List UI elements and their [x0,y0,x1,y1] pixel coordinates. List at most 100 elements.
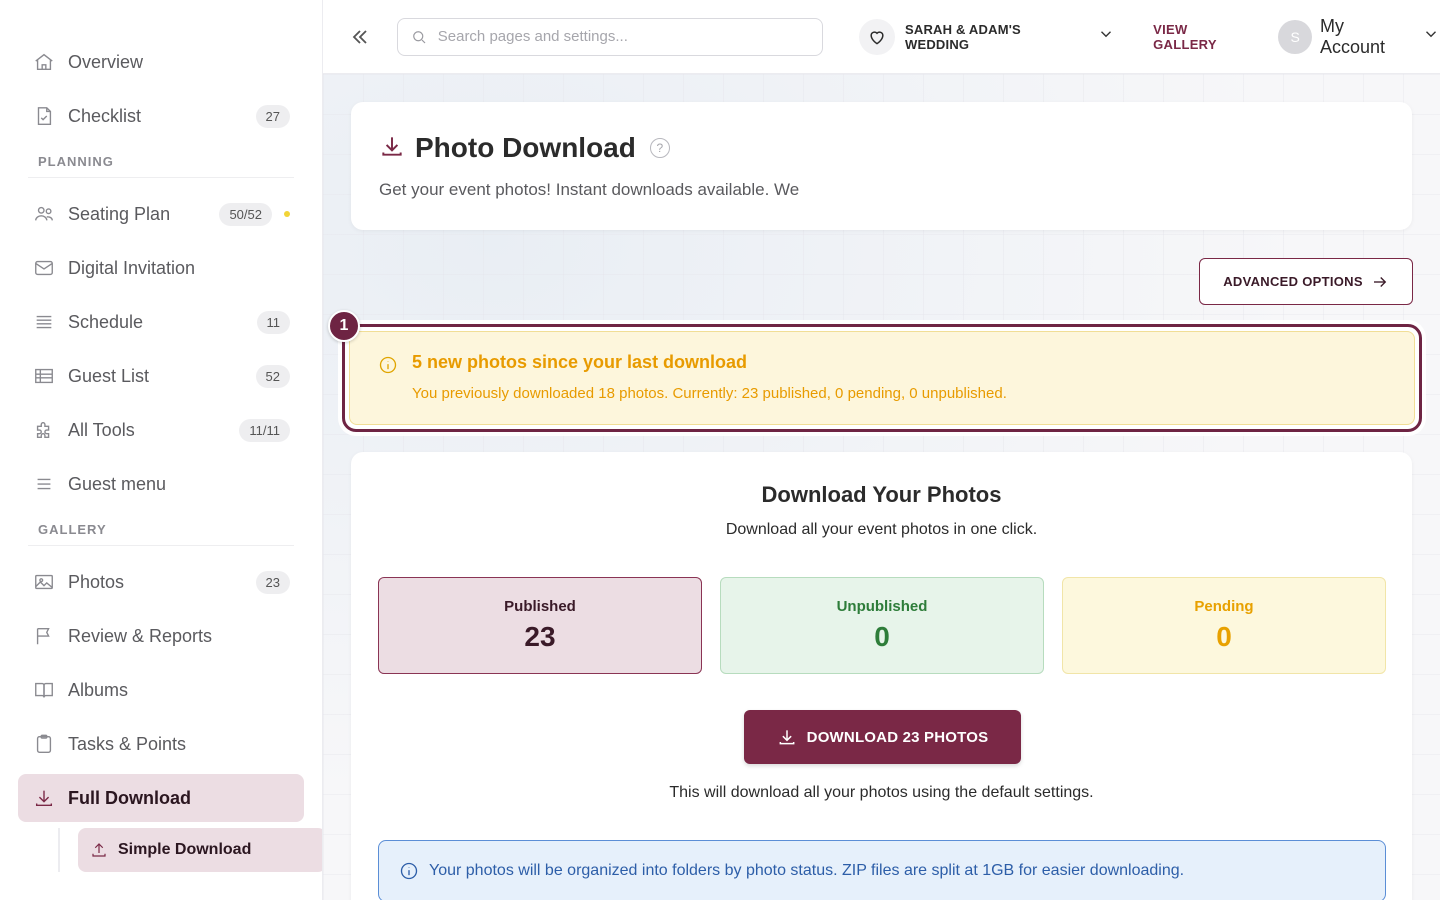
sidebar-item-label: Albums [68,679,129,700]
sidebar-item-label: Guest menu [68,473,167,494]
sidebar-item-checklist[interactable]: Checklist 27 [18,92,304,140]
sidebar-item-digital-invitation[interactable]: Digital Invitation [18,244,304,292]
stat-label: Published [504,598,576,615]
flag-icon [32,624,56,648]
download-note: This will download all your photos using… [669,784,1094,801]
main-content: Photo Download ? Get your event photos! … [323,74,1440,900]
stat-value: 0 [874,621,890,652]
step-badge: 1 [328,310,360,342]
advanced-options-button[interactable]: ADVANCED OPTIONS [1199,258,1413,305]
sidebar-item-albums[interactable]: Albums [18,666,304,714]
stat-value: 0 [1216,621,1232,652]
collapse-sidebar-button[interactable] [345,22,375,52]
section-title-gallery: GALLERY [28,514,294,546]
event-selector[interactable]: SARAH & ADAM'S WEDDING [859,18,1115,55]
sidebar-item-all-tools[interactable]: All Tools 11/11 [18,406,304,454]
section-title-planning: PLANNING [28,146,294,178]
info-icon [378,352,412,404]
avatar: S [1278,19,1312,54]
sidebar-item-label: All Tools [68,419,135,440]
sidebar-item-label: Guest List [68,365,150,386]
chevron-down-icon [1087,25,1115,48]
help-icon[interactable]: ? [649,138,670,158]
sidebar-item-overview[interactable]: Overview [18,38,304,86]
download-card: Download Your Photos Download all your e… [351,452,1412,900]
double-chevron-left-icon [352,29,367,44]
count-badge: 52 [255,364,290,388]
stat-label: Unpublished [836,598,928,615]
sidebar-item-label: Digital Invitation [68,257,196,278]
chevron-down-icon [1412,25,1440,48]
sidebar-item-label: Seating Plan [68,203,171,224]
checklist-icon [32,104,56,128]
menu-icon [32,472,56,496]
download-icon [779,730,795,745]
download-button-label: DOWNLOAD 23 PHOTOS [806,728,989,746]
status-dot [284,211,290,217]
search-input[interactable] [437,28,811,45]
new-photos-alert: 5 new photos since your last download Yo… [342,324,1422,432]
zip-info-box: Your photos will be organized into folde… [378,840,1386,900]
download-photos-button[interactable]: DOWNLOAD 23 PHOTOS [744,710,1021,764]
sidebar: Overview Checklist 27 PLANNING Seating P… [0,0,323,900]
sidebar-item-review-reports[interactable]: Review & Reports [18,612,304,660]
image-icon [32,570,56,594]
home-icon [32,50,56,74]
sidebar-item-seating-plan[interactable]: Seating Plan 50/52 [18,190,304,238]
download-icon [379,133,415,164]
alert-title: 5 new photos since your last download [412,352,748,372]
people-icon [32,202,56,226]
clipboard-icon [32,732,56,756]
sidebar-item-schedule[interactable]: Schedule 11 [18,298,304,346]
info-icon [400,862,418,880]
sidebar-subitem-label: Simple Download [118,841,252,858]
sidebar-item-label: Photos [68,571,125,592]
count-badge: 27 [255,104,290,128]
download-title: Download Your Photos [761,482,1002,507]
sidebar-item-guest-list[interactable]: Guest List 52 [18,352,304,400]
download-subtitle: Download all your event photos in one cl… [725,521,1038,538]
page-subtitle: Get your event photos! Instant downloads… [379,180,800,199]
page-title: Photo Download [415,132,636,163]
sidebar-item-photos[interactable]: Photos 23 [18,558,304,606]
sidebar-item-label: Checklist [68,105,142,126]
account-menu[interactable]: S My Account [1278,16,1440,58]
search-icon [412,30,426,43]
sidebar-item-label: Tasks & Points [68,733,187,754]
event-name: SARAH & ADAM'S WEDDING [904,21,1021,52]
stat-unpublished: Unpublished 0 [720,577,1044,674]
account-label: My Account [1319,15,1386,57]
page-header-card: Photo Download ? Get your event photos! … [351,102,1412,230]
book-icon [32,678,56,702]
count-badge: 11/11 [239,418,290,442]
stat-pending: Pending 0 [1062,577,1386,674]
sidebar-item-guest-menu[interactable]: Guest menu [18,460,304,508]
table-icon [32,364,56,388]
stat-published: Published 23 [378,577,702,674]
count-badge: 50/52 [219,202,272,226]
advanced-options-label: ADVANCED OPTIONS [1223,274,1363,289]
sidebar-item-label: Overview [68,51,144,72]
stat-label: Pending [1194,598,1254,615]
sidebar-subitem-simple-download[interactable]: Simple Download [78,828,322,872]
envelope-icon [32,256,56,280]
sidebar-item-full-download[interactable]: Full Download [18,774,304,822]
count-badge: 23 [255,570,290,594]
upload-icon [92,843,106,857]
heart-icon [859,18,895,55]
search-box[interactable] [396,17,824,56]
sidebar-item-label: Schedule [68,311,144,332]
zip-info-text: Your photos will be organized into folde… [429,862,1185,879]
alert-text: You previously downloaded 18 photos. Cur… [412,385,1007,402]
view-gallery-link[interactable]: VIEW GALLERY [1153,22,1254,52]
arrow-right-icon [1373,276,1387,287]
sidebar-item-label: Full Download [68,787,191,808]
puzzle-icon [32,418,56,442]
sidebar-item-tasks-points[interactable]: Tasks & Points [18,720,304,768]
list-icon [32,310,56,334]
download-icon [32,786,56,810]
sidebar-subitems: Simple Download [58,828,322,872]
count-badge: 11 [256,310,290,334]
stat-value: 23 [524,621,556,652]
sidebar-item-label: Review & Reports [68,625,213,646]
